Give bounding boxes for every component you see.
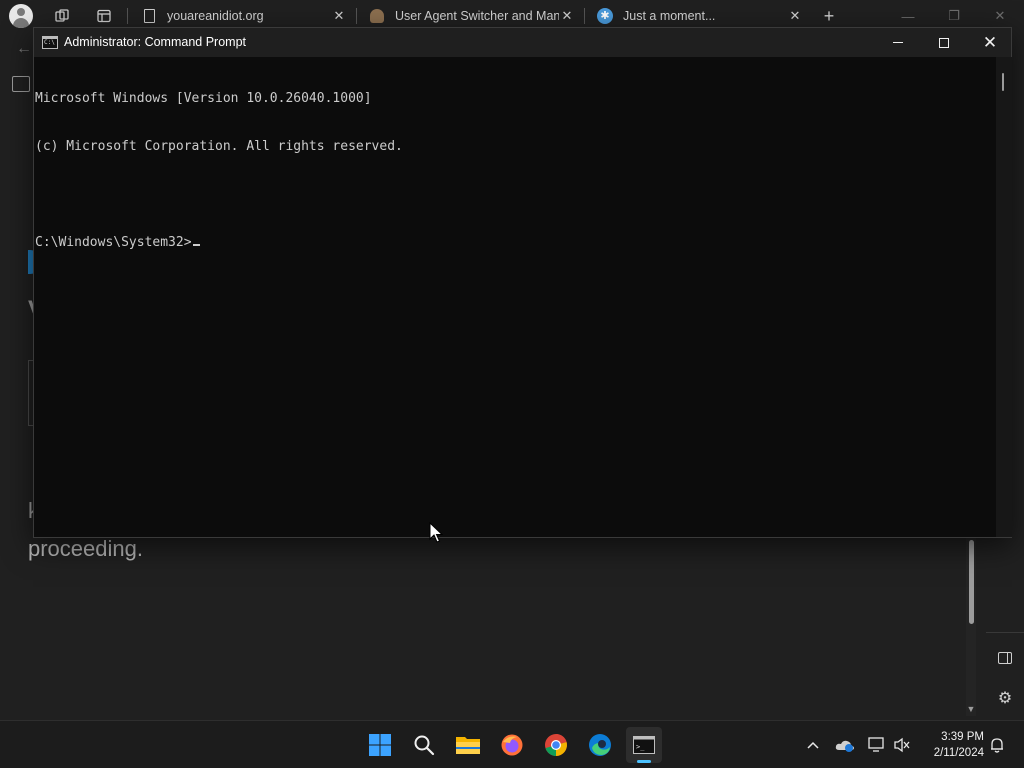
collections-icon[interactable] bbox=[12, 76, 30, 92]
firefox-icon[interactable] bbox=[494, 727, 530, 763]
start-icon[interactable] bbox=[362, 727, 398, 763]
scroll-down-arrow-icon[interactable]: ▼ bbox=[966, 704, 976, 714]
sidebar-pane-icon[interactable] bbox=[994, 647, 1016, 669]
page-body-text: proceeding. bbox=[28, 536, 143, 561]
console-prompt: C:\Windows\System32> bbox=[35, 235, 192, 250]
cmd-scrollbar[interactable] bbox=[996, 57, 1012, 537]
cmd-scroll-thumb[interactable] bbox=[1002, 73, 1004, 91]
agent-icon bbox=[369, 8, 385, 24]
settings-gear-icon[interactable]: ⚙ bbox=[994, 687, 1016, 709]
edge-sidebar: ⚙ bbox=[986, 632, 1024, 720]
cmd-window-title: Administrator: Command Prompt bbox=[64, 35, 247, 49]
page-scrollbar[interactable]: ▼ bbox=[966, 536, 976, 716]
network-icon[interactable] bbox=[867, 735, 887, 755]
document-icon bbox=[141, 8, 157, 24]
console-line: Microsoft Windows [Version 10.0.26040.10… bbox=[35, 91, 372, 106]
tab-user-agent-switcher[interactable]: User Agent Switcher and Mana ✕ bbox=[361, 2, 583, 30]
edge-icon[interactable] bbox=[582, 727, 618, 763]
minimize-icon[interactable] bbox=[875, 28, 921, 57]
close-tab-icon[interactable]: ✕ bbox=[331, 8, 347, 24]
show-hidden-icons-chevron-icon[interactable] bbox=[803, 735, 823, 755]
cmd-taskbar-icon[interactable]: >_ bbox=[626, 727, 662, 763]
chrome-icon[interactable] bbox=[538, 727, 574, 763]
cloudflare-icon: ✱ bbox=[597, 8, 613, 24]
volume-muted-icon[interactable] bbox=[892, 735, 912, 755]
console-prompt-line[interactable]: C:\Windows\System32> bbox=[35, 235, 996, 251]
back-arrow-icon[interactable]: ← bbox=[16, 40, 32, 58]
tab-title: youareanidiot.org bbox=[167, 9, 264, 23]
close-tab-icon[interactable]: ✕ bbox=[559, 8, 575, 24]
maximize-icon[interactable] bbox=[921, 28, 967, 57]
search-icon[interactable] bbox=[406, 727, 442, 763]
tab-separator bbox=[127, 8, 128, 24]
tab-title: User Agent Switcher and Mana bbox=[395, 9, 559, 23]
taskbar: >_ 3:39 PM 2/11/2024 bbox=[0, 720, 1024, 768]
tab-just-a-moment[interactable]: ✱ Just a moment... ✕ bbox=[589, 2, 811, 30]
onedrive-icon[interactable] bbox=[835, 735, 855, 755]
clock[interactable]: 3:39 PM 2/11/2024 bbox=[918, 729, 984, 761]
console-line: (c) Microsoft Corporation. All rights re… bbox=[35, 139, 403, 154]
browser-minimize-icon[interactable]: — bbox=[900, 8, 916, 24]
workspaces-icon[interactable] bbox=[49, 4, 75, 28]
command-prompt-window[interactable]: C:\ Administrator: Command Prompt ✕ Micr… bbox=[33, 27, 1012, 538]
tab-actions-icon[interactable] bbox=[91, 4, 117, 28]
running-indicator bbox=[637, 760, 651, 763]
browser-close-icon[interactable]: ✕ bbox=[992, 8, 1008, 24]
profile-avatar[interactable] bbox=[9, 4, 33, 28]
tab-separator bbox=[356, 8, 357, 24]
browser-restore-icon[interactable]: ❐ bbox=[946, 8, 962, 24]
console-output[interactable]: Microsoft Windows [Version 10.0.26040.10… bbox=[34, 57, 996, 537]
file-explorer-icon[interactable] bbox=[450, 727, 486, 763]
clock-date: 2/11/2024 bbox=[933, 747, 984, 759]
tab-title: Just a moment... bbox=[623, 9, 716, 23]
svg-text:>_: >_ bbox=[636, 743, 645, 751]
page-scroll-thumb[interactable] bbox=[969, 540, 974, 624]
text-cursor bbox=[192, 244, 200, 246]
clock-time: 3:39 PM bbox=[941, 731, 984, 743]
tab-youareanidiot[interactable]: youareanidiot.org ✕ bbox=[133, 2, 355, 30]
new-tab-icon[interactable]: + bbox=[816, 4, 842, 28]
tab-separator bbox=[584, 8, 585, 24]
notifications-bell-icon[interactable] bbox=[987, 735, 1007, 755]
cmd-title-bar[interactable]: C:\ Administrator: Command Prompt ✕ bbox=[34, 28, 1011, 57]
close-icon[interactable]: ✕ bbox=[967, 28, 1013, 57]
close-tab-icon[interactable]: ✕ bbox=[787, 8, 803, 24]
cmd-app-icon: C:\ bbox=[42, 36, 58, 49]
mouse-pointer-icon bbox=[429, 521, 444, 549]
